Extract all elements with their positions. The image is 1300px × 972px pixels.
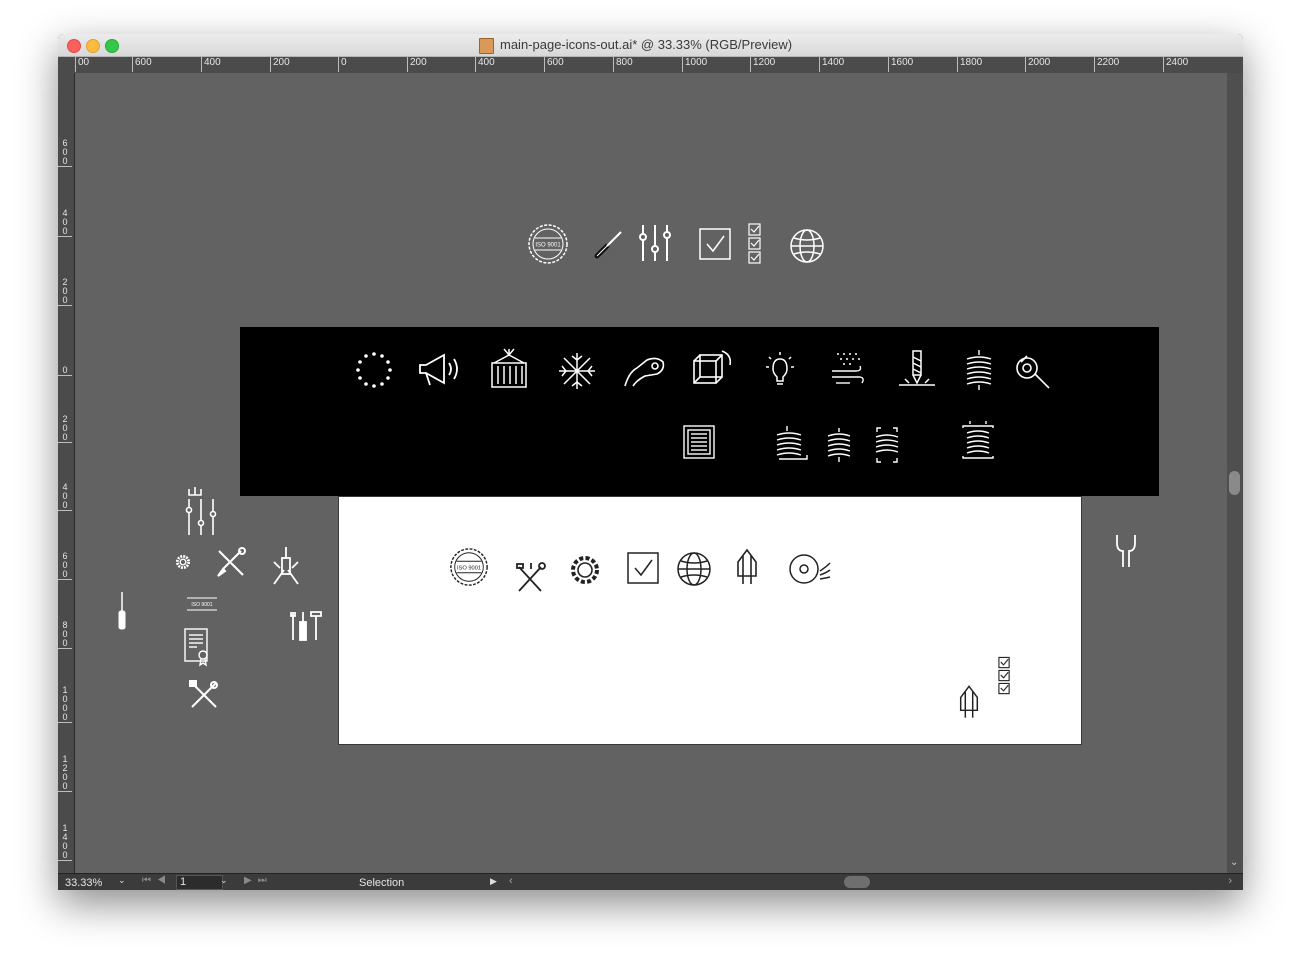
ruler-tick-label: 0 [338, 57, 347, 72]
ruler-corner[interactable] [58, 57, 76, 73]
ruler-tick-label: 00 [75, 57, 89, 72]
status-bar: 33.33% ⌄ ⏮◀ 1 ⌄ ▶⏭ Selection ▶ ‹ › [58, 873, 1243, 890]
cube-rotate-icon[interactable] [692, 349, 734, 389]
wrench-icon[interactable] [1113, 533, 1139, 569]
hand-screwdriver-icon[interactable] [270, 546, 302, 586]
current-tool-label: Selection [359, 877, 405, 889]
canvas[interactable]: ISO 9001 ISO 9001 ISO 9001 [75, 73, 1227, 873]
globe-icon[interactable] [676, 551, 712, 587]
ruler-tick-label: 1000 [58, 686, 72, 723]
title-bar: main-page-icons-out.ai* @ 33.33% (RGB/Pr… [58, 34, 1243, 57]
zoom-level[interactable]: 33.33% [65, 877, 102, 889]
checklist-icon[interactable] [748, 223, 762, 265]
cargo-container-icon[interactable] [490, 347, 528, 389]
ruler-tick-label: 600 [58, 139, 72, 167]
screwdriver-icon[interactable] [117, 591, 127, 631]
ruler-tick-label: 400 [58, 483, 72, 511]
checkbox-icon[interactable] [626, 551, 660, 585]
drill-icon[interactable] [897, 349, 937, 391]
ruler-tick-label: 400 [475, 57, 495, 72]
gear-icon[interactable] [568, 553, 602, 587]
checkbox-icon[interactable] [698, 227, 732, 261]
ruler-tick-label: 200 [58, 278, 72, 306]
wind-particles-icon[interactable] [830, 351, 866, 389]
ruler-tick-label: 1200 [750, 57, 775, 72]
ruler-tick-label: 0 [58, 366, 72, 376]
ruler-tick-label: 1800 [957, 57, 982, 72]
scroll-down-icon[interactable]: ⌄ [1230, 857, 1238, 868]
illustrator-file-icon [479, 38, 494, 54]
vertical-scrollbar[interactable]: ⌄ [1227, 73, 1243, 873]
zoom-dropdown-icon[interactable]: ⌄ [118, 875, 130, 888]
screwdriver-wrench-icon[interactable] [215, 547, 247, 579]
checklist-icon[interactable] [998, 656, 1011, 696]
iso-text: ISO 9001 [457, 565, 481, 571]
iso-text: ISO 9001 [535, 243, 561, 249]
iso-9001-badge-icon[interactable]: ISO 9001 [527, 223, 569, 265]
artboard-nav-first-prev[interactable]: ⏮◀ [142, 875, 172, 886]
ruler-tick-label: 1400 [58, 824, 72, 861]
robot-arm-icon[interactable] [623, 354, 667, 388]
ruler-tick-label: 800 [613, 57, 633, 72]
minimize-button[interactable] [86, 39, 100, 53]
illustrator-window: main-page-icons-out.ai* @ 33.33% (RGB/Pr… [58, 34, 1243, 890]
coil-bracket-icon[interactable] [873, 426, 901, 464]
eu-stars-icon[interactable] [355, 351, 393, 389]
snowflake-icon[interactable] [558, 352, 596, 390]
screwdriver-icon[interactable] [593, 228, 625, 260]
close-button[interactable] [67, 39, 81, 53]
coil-icon[interactable] [825, 427, 853, 463]
ruler-tick-label: 400 [58, 209, 72, 237]
wrench-hand-icon[interactable] [1015, 354, 1053, 390]
artboard-nav-next-last[interactable]: ▶⏭ [244, 875, 273, 886]
ruler-tick-label: 200 [407, 57, 427, 72]
ruler-tick-label: 200 [270, 57, 290, 72]
ruler-tick-label: 1000 [682, 57, 707, 72]
tools-set-icon[interactable] [289, 610, 323, 642]
scroll-right-icon[interactable]: › [1228, 875, 1232, 887]
milling-cutter-icon[interactable] [957, 683, 981, 721]
coil-frame-icon[interactable] [960, 420, 996, 462]
ruler-tick-label: 2000 [1025, 57, 1050, 72]
coil-base-icon[interactable] [775, 425, 809, 463]
certificate-icon[interactable] [183, 627, 211, 667]
vertical-scroll-thumb[interactable] [1229, 471, 1240, 495]
iso-9001-label-icon[interactable]: ISO 9001 [187, 597, 217, 611]
artboard-dropdown-icon[interactable]: ⌄ [220, 875, 228, 886]
ruler-tick-label: 1600 [888, 57, 913, 72]
filter-frame-icon[interactable] [682, 424, 716, 460]
ruler-tick-label: 800 [58, 621, 72, 649]
ruler-tick-label: 200 [58, 415, 72, 443]
horizontal-ruler[interactable]: 00 600 400 200 0 200 400 600 800 1000 12… [75, 57, 1243, 74]
horizontal-scrollbar[interactable]: ‹ › [504, 874, 1234, 890]
iso-text: ISO 9001 [191, 602, 212, 608]
vertical-ruler[interactable]: 600 400 200 0 200 400 600 800 1000 1200 … [58, 73, 75, 873]
ruler-tick-label: 1200 [58, 755, 72, 792]
iso-9001-badge-icon[interactable]: ISO 9001 [449, 547, 489, 587]
lightbulb-icon[interactable] [762, 351, 798, 391]
milling-cutter-icon[interactable] [734, 548, 760, 586]
scroll-left-icon[interactable]: ‹ [509, 875, 513, 887]
globe-icon[interactable] [789, 228, 825, 264]
ruler-tick-label: 600 [544, 57, 564, 72]
tools-cross-icon[interactable] [515, 561, 547, 595]
ruler-tick-label: 600 [58, 552, 72, 580]
status-menu-arrow-icon[interactable]: ▶ [490, 876, 497, 887]
ruler-tick-label: 2400 [1163, 57, 1188, 72]
ruler-tick-label: 1400 [819, 57, 844, 72]
disc-icon[interactable] [788, 553, 832, 585]
maximize-button[interactable] [105, 39, 119, 53]
tools-cross-icon[interactable] [188, 679, 220, 711]
coil-icon[interactable] [963, 349, 995, 391]
ruler-tick-label: 2200 [1094, 57, 1119, 72]
ruler-tick-label: 400 [201, 57, 221, 72]
horizontal-scroll-thumb[interactable] [844, 876, 870, 888]
sliders-icon[interactable] [185, 485, 217, 537]
sliders-icon[interactable] [637, 223, 673, 263]
megaphone-icon[interactable] [418, 353, 462, 387]
gear-icon[interactable] [175, 554, 191, 570]
window-title: main-page-icons-out.ai* @ 33.33% (RGB/Pr… [500, 37, 793, 52]
artboard-number-field[interactable]: 1 [176, 875, 223, 890]
ruler-tick-label: 600 [132, 57, 152, 72]
